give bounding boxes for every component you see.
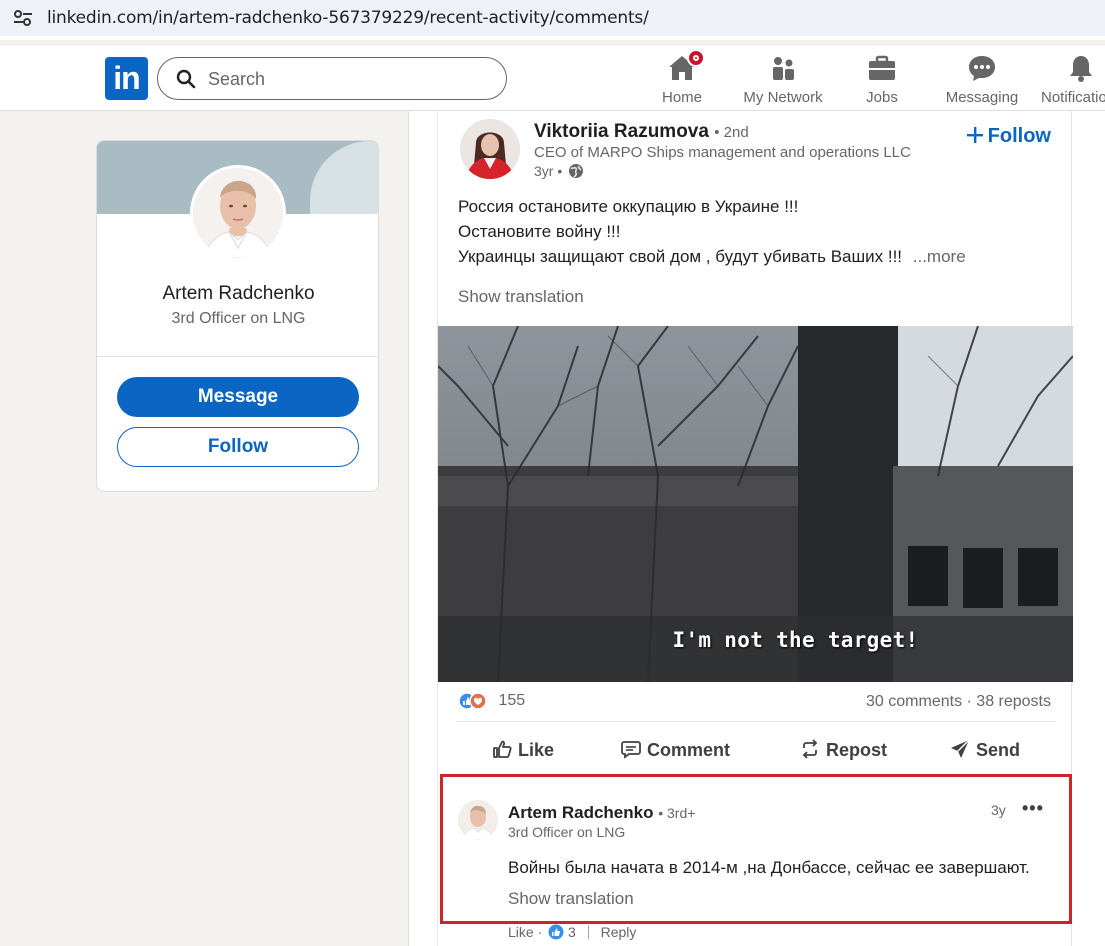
nav-label: My Network xyxy=(743,89,823,106)
comment-like-button[interactable]: Like · xyxy=(508,924,542,940)
nav-jobs[interactable]: Jobs xyxy=(852,53,912,109)
post-author-headline: CEO of MARPO Ships management and operat… xyxy=(534,144,911,161)
post-text-line: Россия остановите оккупацию в Украине !!… xyxy=(458,197,799,216)
site-settings-icon[interactable] xyxy=(12,7,34,29)
send-button[interactable]: Send xyxy=(950,739,1020,761)
comment-text: Войны была начата в 2014-м ,на Донбассе,… xyxy=(508,858,1030,877)
notification-badge xyxy=(687,49,705,67)
message-button[interactable]: Message xyxy=(117,377,359,417)
browser-url-bar: linkedin.com/in/artem-radchenko-56737922… xyxy=(0,0,1105,40)
comment-author-headline: 3rd Officer on LNG xyxy=(508,824,626,840)
comments-reposts-count[interactable]: 30 comments · 38 reposts xyxy=(866,693,1051,711)
post-video[interactable]: I'm not the target! xyxy=(438,326,1073,682)
globe-icon xyxy=(569,164,584,178)
send-icon xyxy=(951,739,970,758)
search-box[interactable] xyxy=(157,57,507,100)
comment-actions: Like · 3 Reply xyxy=(508,924,636,940)
post-timestamp: 3yr • xyxy=(534,163,584,179)
post-actions: Like Comment Repost Send xyxy=(438,739,1073,769)
post-text-line-last: Украинцы защищают свой дом , будут убива… xyxy=(458,244,1058,269)
follow-button[interactable]: Follow xyxy=(117,427,359,467)
post-text-line: Украинцы защищают свой дом , будут убива… xyxy=(458,247,903,266)
search-icon xyxy=(176,69,196,89)
divider xyxy=(456,721,1056,722)
comment-author-avatar[interactable] xyxy=(458,800,498,840)
nav-notifications[interactable]: Notifications xyxy=(1038,53,1105,109)
comment-icon xyxy=(621,741,641,759)
comment-timestamp: 3y xyxy=(991,802,1006,818)
reactions-summary[interactable]: 155 xyxy=(458,691,525,715)
divider xyxy=(97,356,378,357)
follow-author-button[interactable]: Follow xyxy=(966,125,1051,148)
nav-label: Home xyxy=(661,89,702,106)
repost-button[interactable]: Repost xyxy=(800,739,887,761)
url-text[interactable]: linkedin.com/in/artem-radchenko-56737922… xyxy=(47,8,649,28)
post-body: Россия остановите оккупацию в Украине !!… xyxy=(458,194,1058,269)
connection-degree: • 2nd xyxy=(714,124,749,141)
nav-messaging[interactable]: Messaging xyxy=(943,53,1021,109)
divider xyxy=(587,925,589,939)
post-author-name-text[interactable]: Viktoriia Razumova xyxy=(534,121,709,142)
post-time-text: 3yr • xyxy=(534,163,563,179)
follow-author-label: Follow xyxy=(987,125,1051,147)
repost-icon xyxy=(802,739,818,759)
like-label: Like xyxy=(518,740,555,760)
connection-degree: • 3rd+ xyxy=(658,805,696,821)
comment-button[interactable]: Comment xyxy=(621,739,730,761)
repost-label: Repost xyxy=(826,740,888,760)
messaging-icon xyxy=(967,53,997,83)
post-author-avatar[interactable] xyxy=(460,119,520,179)
home-icon xyxy=(667,49,705,83)
video-caption: I'm not the target! xyxy=(672,628,919,652)
send-label: Send xyxy=(976,740,1021,760)
address-bar[interactable]: linkedin.com/in/artem-radchenko-56737922… xyxy=(0,0,1105,36)
see-more-link[interactable]: ...more xyxy=(913,247,966,266)
comment-label: Comment xyxy=(647,740,731,760)
nav-label: Messaging xyxy=(945,89,1019,106)
comment-author-name[interactable]: Artem Radchenko • 3rd+ xyxy=(508,803,695,823)
profile-name[interactable]: Artem Radchenko xyxy=(97,283,378,305)
comment-like-count[interactable]: 3 xyxy=(568,924,576,940)
bell-icon xyxy=(1066,53,1096,83)
nav-home[interactable]: Home xyxy=(652,49,712,109)
top-navigation: in Home My Network xyxy=(0,44,1105,111)
search-input[interactable] xyxy=(208,67,488,91)
like-reaction-icon xyxy=(548,924,564,940)
profile-card: Artem Radchenko 3rd Officer on LNG Messa… xyxy=(96,140,379,492)
network-icon xyxy=(768,53,798,83)
show-translation-link[interactable]: Show translation xyxy=(458,287,584,307)
comment-show-translation-link[interactable]: Show translation xyxy=(508,889,634,909)
plus-icon xyxy=(966,127,983,143)
reaction-icons xyxy=(458,691,492,711)
more-options-icon[interactable]: ••• xyxy=(1022,798,1044,819)
nav-label: Jobs xyxy=(866,89,898,106)
nav-label: Notifications xyxy=(1041,89,1105,106)
profile-avatar[interactable] xyxy=(190,165,286,261)
post-text-line: Остановите войну !!! xyxy=(458,222,621,241)
like-button[interactable]: Like xyxy=(492,739,554,761)
thumbs-up-icon xyxy=(493,740,512,758)
reaction-count[interactable]: 155 xyxy=(498,692,525,709)
briefcase-icon xyxy=(867,53,897,83)
comment-reply-button[interactable]: Reply xyxy=(601,924,637,940)
linkedin-logo[interactable]: in xyxy=(105,57,148,100)
comment-author-name-text[interactable]: Artem Radchenko xyxy=(508,803,653,822)
post-author-name[interactable]: Viktoriia Razumova • 2nd xyxy=(534,121,749,143)
nav-my-network[interactable]: My Network xyxy=(738,53,828,109)
profile-headline: 3rd Officer on LNG xyxy=(171,310,306,327)
